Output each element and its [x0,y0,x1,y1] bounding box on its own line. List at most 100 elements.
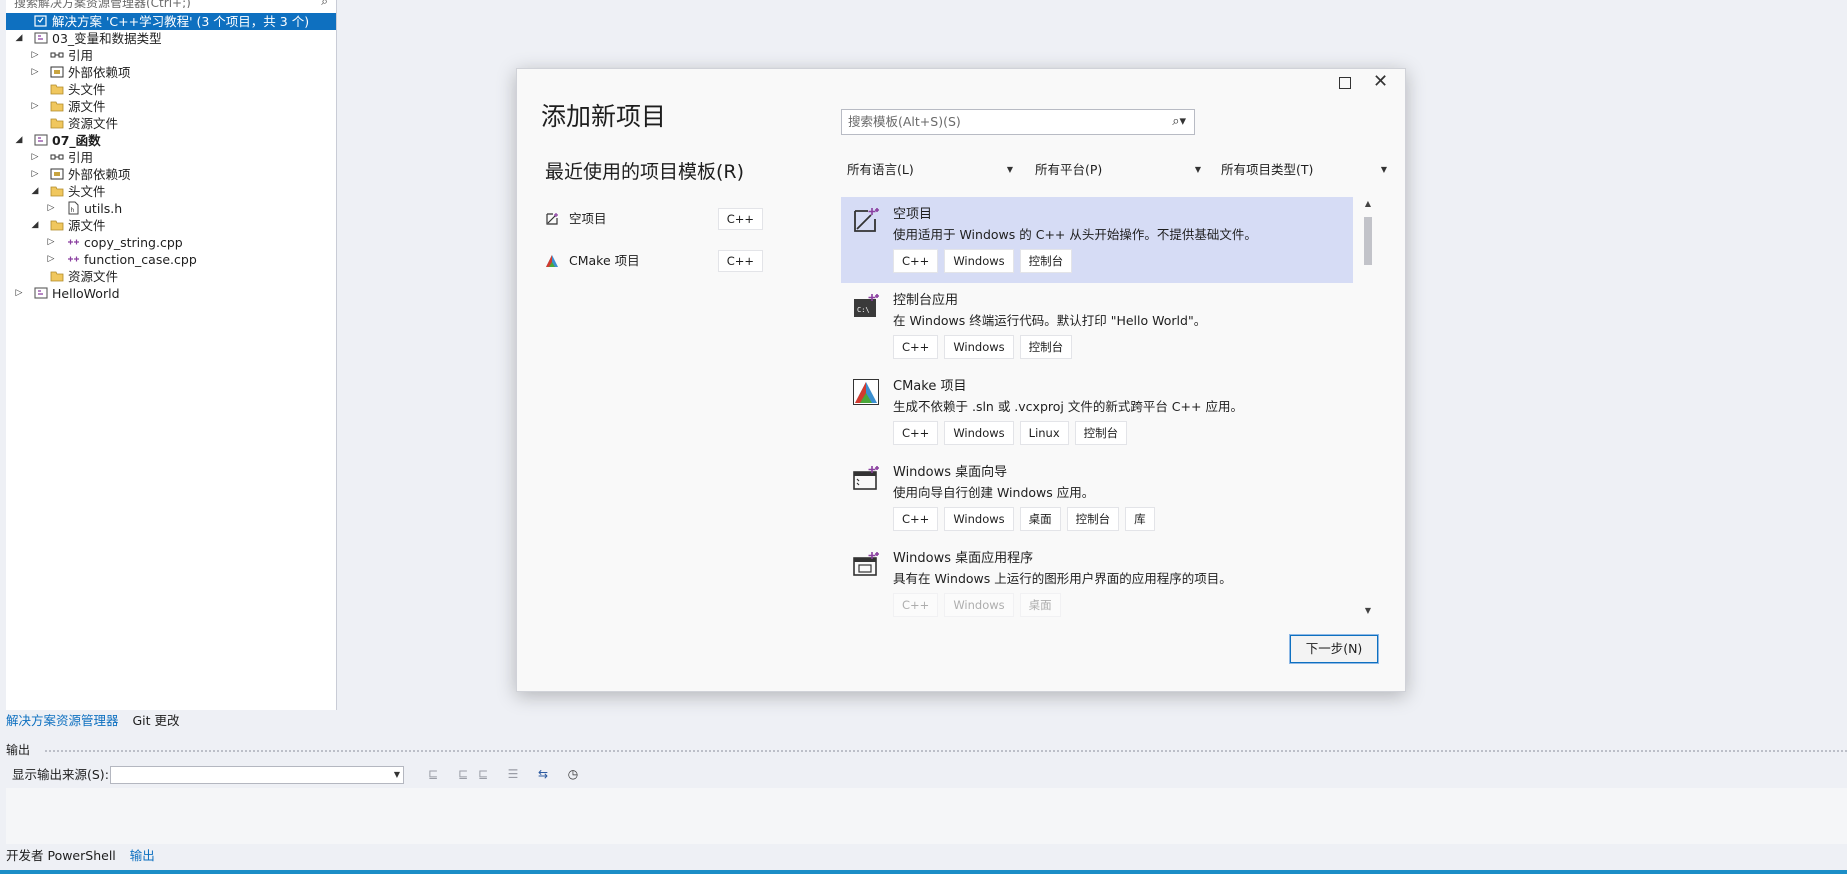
template-description: 生成不依赖于 .sln 或 .vcxproj 文件的新式跨平台 C++ 应用。 [893,399,1243,414]
tree-item[interactable]: ▷ function_case.cpp [6,251,336,268]
output-source-label: 显示输出来源(S): [12,767,109,782]
template-tags: C++ Windows 控制台 [893,249,1078,273]
expanded-arrow-icon[interactable]: ◢ [30,183,40,200]
prev-message-icon[interactable]: ⊑ [456,767,470,781]
status-bar [0,870,1847,874]
solution-search-input[interactable]: 搜索解决方案资源管理器(Ctrl+;) ⌕ [6,0,336,8]
scroll-down-icon[interactable]: ▼ [1363,606,1373,615]
tab-solution-explorer[interactable]: 解决方案资源管理器 [6,713,119,728]
template-description: 在 Windows 终端运行代码。默认打印 "Hello World"。 [893,313,1207,328]
collapsed-arrow-icon[interactable]: ▷ [46,234,56,251]
collapsed-arrow-icon[interactable]: ▷ [30,98,40,115]
cmake-icon [853,379,879,405]
search-icon[interactable]: ⌕▾ [1172,110,1186,134]
tree-item[interactable]: ◢ 源文件 [6,217,336,234]
solution-explorer: 搜索解决方案资源管理器(Ctrl+;) ⌕ 解决方案 'C++学习教程' (3 … [6,0,337,710]
tree-item-label: copy_string.cpp [84,235,183,250]
collapsed-arrow-icon[interactable]: ▷ [14,285,24,302]
tree-item[interactable]: ◢ 03_变量和数据类型 [6,30,336,47]
solution-search-placeholder: 搜索解决方案资源管理器(Ctrl+;) [14,0,191,8]
template-name: Windows 桌面应用程序 [893,551,1034,566]
recent-template-empty-project[interactable]: 空项目 C++ [545,207,763,231]
find-message-icon[interactable]: ⊑ [426,767,440,781]
tree-item[interactable]: ◢ 07_函数 [6,132,336,149]
template-tag: 控制台 [1019,335,1073,359]
output-toolbar: 显示输出来源(S): ▼ ⊑ ⊑ ⊑ ☰ ⇆ ◷ [6,762,1847,788]
template-tag: Windows [944,593,1014,617]
collapsed-arrow-icon[interactable]: ▷ [30,149,40,166]
search-icon[interactable]: ⌕ [321,0,328,8]
template-name: CMake 项目 [893,379,967,394]
collapsed-arrow-icon[interactable]: ▷ [30,47,40,64]
template-tag: C++ [893,593,939,617]
recent-template-cmake-project[interactable]: CMake 项目 C++ [545,249,763,273]
tab-developer-powershell[interactable]: 开发者 PowerShell [6,848,116,863]
panel-grip[interactable] [44,749,1847,753]
collapsed-arrow-icon[interactable]: ▷ [30,64,40,81]
recent-template-label: 空项目 [569,211,607,226]
tree-item[interactable]: ▷ 源文件 [6,98,336,115]
expanded-arrow-icon[interactable]: ◢ [30,217,40,234]
tab-git-changes[interactable]: Git 更改 [133,713,180,728]
template-tag: Windows [944,507,1014,531]
tree-item[interactable]: ◢ 头文件 [6,183,336,200]
template-tag: C++ [893,249,939,273]
output-text-area[interactable] [6,788,1847,844]
scrollbar-thumb[interactable] [1364,217,1372,265]
project-type-filter[interactable]: 所有项目类型(T) ▼ [1221,155,1391,186]
cpp-project-icon [34,31,48,45]
tree-item[interactable]: 解决方案 'C++学习教程' (3 个项目，共 3 个) [6,13,336,30]
tree-item[interactable]: ▷ 外部依赖项 [6,64,336,81]
tree-item-label: 资源文件 [68,269,119,284]
tree-item[interactable]: ▷ 引用 [6,149,336,166]
output-source-select[interactable]: ▼ [110,766,404,784]
next-button[interactable]: 下一步(N) [1290,635,1378,663]
tree-item[interactable]: ▷ HelloWorld [6,285,336,302]
tree-item-label: 源文件 [68,99,106,114]
language-filter[interactable]: 所有语言(L) ▼ [847,155,1017,186]
clear-all-icon[interactable]: ☰ [506,767,520,781]
template-tags: C++ Windows 桌面 [893,593,1067,617]
toggle-word-wrap-icon[interactable]: ⇆ [536,767,550,781]
collapsed-arrow-icon[interactable]: ▷ [46,251,56,268]
template-item-cmake-project[interactable]: CMake 项目 生成不依赖于 .sln 或 .vcxproj 文件的新式跨平台… [841,369,1353,455]
filter-folder-icon [50,116,64,130]
tree-item[interactable]: 头文件 [6,81,336,98]
platform-filter[interactable]: 所有平台(P) ▼ [1035,155,1205,186]
external-deps-icon [50,167,64,181]
expanded-arrow-icon[interactable]: ◢ [14,30,24,47]
clock-icon[interactable]: ◷ [566,767,580,781]
next-message-icon[interactable]: ⊑ [476,767,490,781]
template-item-console-app[interactable]: C:\ 控制台应用 在 Windows 终端运行代码。默认打印 "Hello W… [841,283,1353,369]
svg-text:C:\: C:\ [857,306,870,314]
tree-item-label: 引用 [68,48,94,63]
collapsed-arrow-icon[interactable]: ▷ [46,200,56,217]
references-icon [50,48,64,62]
close-icon[interactable]: ✕ [1373,71,1388,92]
maximize-icon[interactable] [1339,77,1351,89]
template-item-desktop-app[interactable]: Windows 桌面应用程序 具有在 Windows 上运行的图形用户界面的应用… [841,541,1353,619]
recent-template-label: CMake 项目 [569,253,640,268]
expanded-arrow-icon[interactable]: ◢ [14,132,24,149]
template-search-input[interactable]: 搜索模板(Alt+S)(S) ⌕▾ [841,109,1195,135]
scroll-up-icon[interactable]: ▲ [1363,199,1373,208]
template-description: 使用适用于 Windows 的 C++ 从头开始操作。不提供基础文件。 [893,227,1257,242]
template-list-scrollbar[interactable]: ▲ ▼ [1363,199,1373,615]
platform-filter-value: 所有平台(P) [1035,162,1103,177]
tab-output[interactable]: 输出 [130,848,155,863]
tree-item[interactable]: ▷ h utils.h [6,200,336,217]
template-item-desktop-wizard[interactable]: Windows 桌面向导 使用向导自行创建 Windows 应用。 C++ Win… [841,455,1353,541]
cpp-project-icon [34,286,48,300]
template-name: 控制台应用 [893,293,959,308]
tree-item[interactable]: 资源文件 [6,115,336,132]
template-item-empty-project[interactable]: 空项目 使用适用于 Windows 的 C++ 从头开始操作。不提供基础文件。 … [841,197,1353,283]
tree-item[interactable]: ▷ 引用 [6,47,336,64]
empty-project-icon [546,213,558,225]
collapsed-arrow-icon[interactable]: ▷ [30,166,40,183]
tree-item[interactable]: 资源文件 [6,268,336,285]
tree-item[interactable]: ▷ copy_string.cpp [6,234,336,251]
tree-item[interactable]: ▷ 外部依赖项 [6,166,336,183]
header-file-icon: h [66,201,80,215]
bottom-tabs: 开发者 PowerShell 输出 [6,845,165,867]
template-tag: 桌面 [1019,507,1061,531]
